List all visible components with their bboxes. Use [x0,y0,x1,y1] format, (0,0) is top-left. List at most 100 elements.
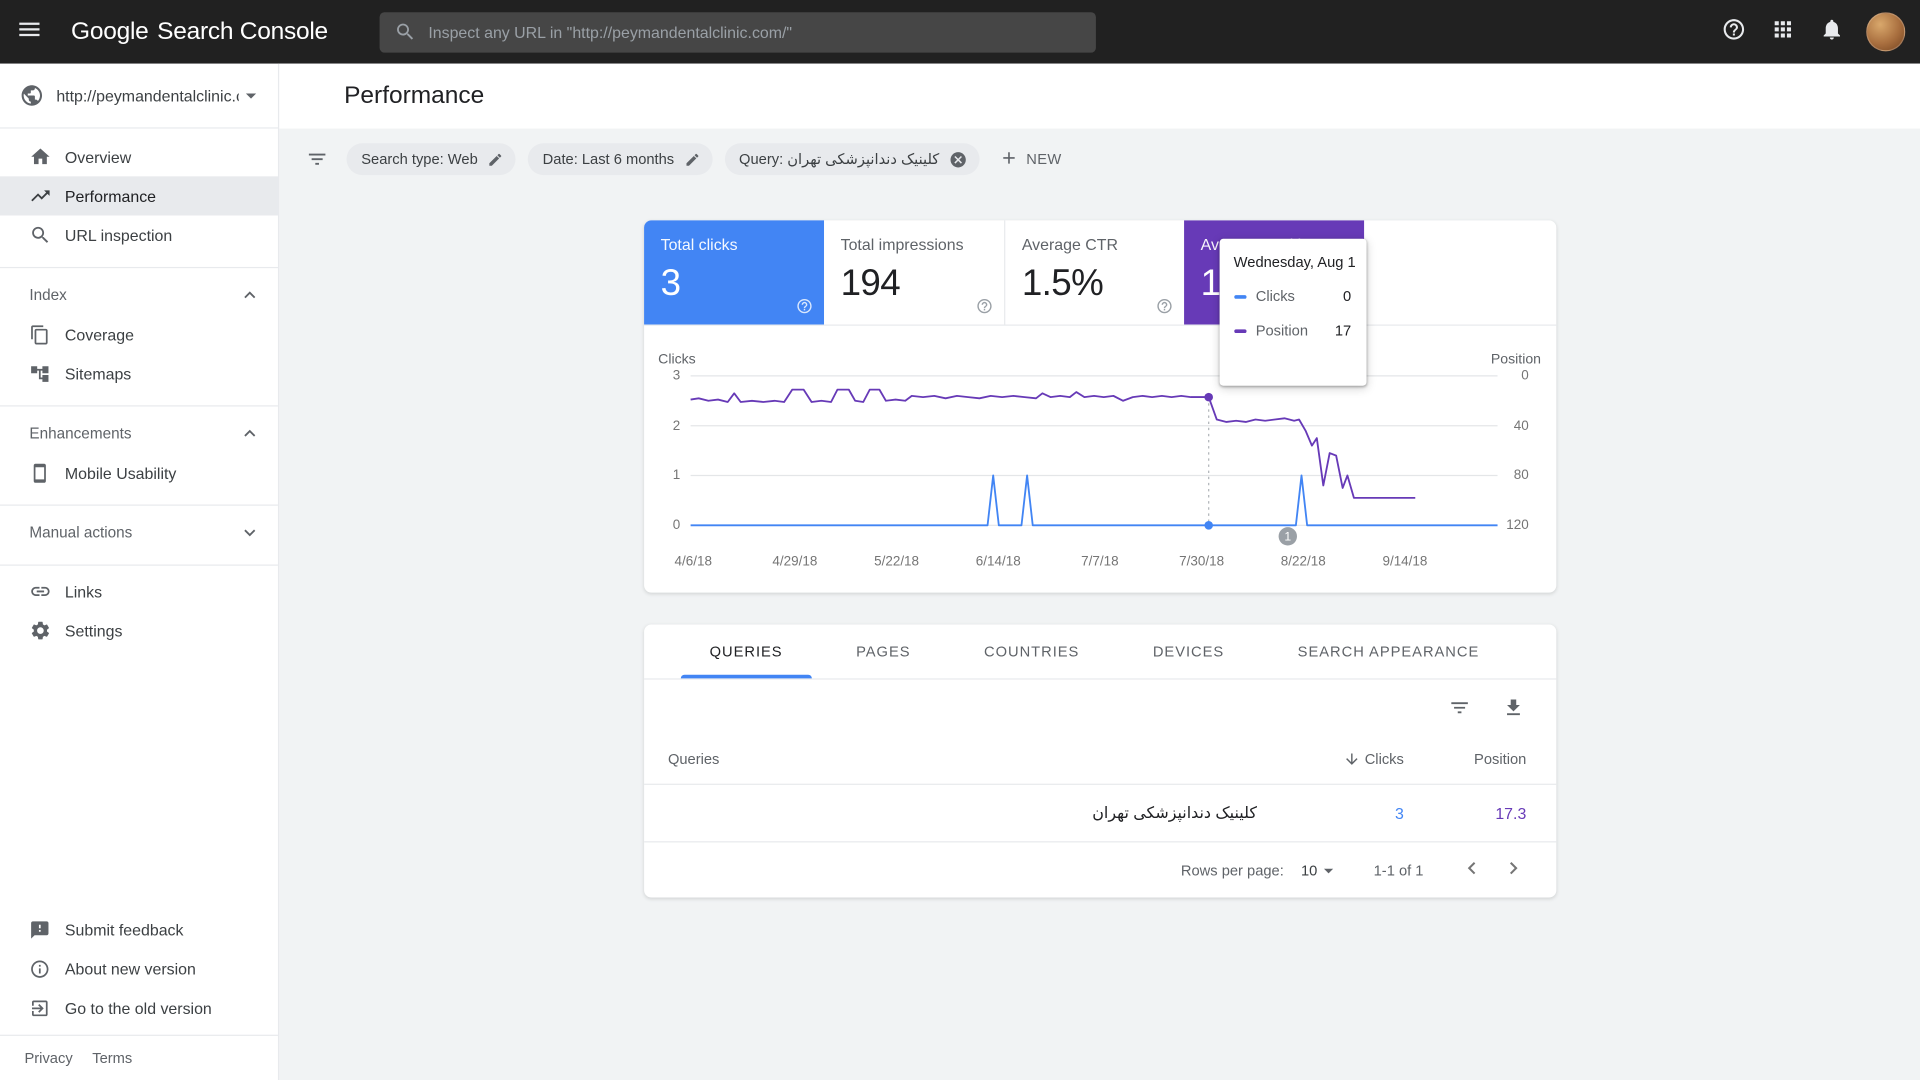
chart-axis-titles: Clicks Position [658,353,1541,368]
section-header-index[interactable]: Index [0,274,278,314]
sidebar-item-label: Links [65,582,102,600]
home-icon [29,146,51,168]
filter-bar: Search type: Web Date: Last 6 months Que… [279,143,1920,175]
sidebar-item-mobile-usability[interactable]: Mobile Usability [0,453,278,492]
sidebar-section-tools: Links Settings [0,564,278,650]
chart-x-labels: 4/6/184/29/185/22/186/14/187/7/187/30/18… [690,555,1497,571]
help-icon[interactable] [975,298,992,315]
info-icon [29,958,51,979]
sidebar-item-overview[interactable]: Overview [0,137,278,176]
menu-button[interactable] [0,0,59,64]
new-filter-button[interactable]: NEW [999,148,1061,171]
new-filter-label: NEW [1026,151,1061,168]
sidebar-item-coverage[interactable]: Coverage [0,315,278,354]
x-axis-tick: 7/7/18 [1081,555,1118,570]
tab-countries[interactable]: COUNTRIES [955,624,1109,678]
performance-icon [29,185,51,207]
metric-value: 3 [661,263,807,305]
edit-pencil-icon[interactable] [488,151,504,167]
filter-chip-date[interactable]: Date: Last 6 months [528,143,712,175]
filter-icon[interactable] [306,148,328,170]
tab-search-appearance[interactable]: SEARCH APPEARANCE [1268,624,1508,678]
chart-tooltip: Wednesday, Aug 1 Clicks 0 Position 17 [1219,239,1366,386]
sidebar-item-label: URL inspection [65,226,172,244]
column-header-queries[interactable]: Queries [668,751,1257,768]
property-url: http://peymandentalclinic.co... [56,86,238,104]
property-selector[interactable]: http://peymandentalclinic.co... [0,64,278,129]
download-icon[interactable] [1502,696,1524,718]
column-header-position[interactable]: Position [1404,751,1526,768]
sidebar-item-about-new-version[interactable]: About new version [0,949,278,988]
sidebar-item-sitemaps[interactable]: Sitemaps [0,354,278,393]
x-axis-tick: 9/14/18 [1382,555,1427,570]
svg-text:1: 1 [1284,530,1291,544]
url-inspection-searchbox[interactable] [379,12,1095,52]
sidebar-item-label: Overview [65,148,131,166]
left-axis-tick: 1 [673,468,681,483]
section-header-enhancements[interactable]: Enhancements [0,413,278,453]
search-icon [394,21,416,43]
bell-icon [1820,17,1844,48]
chart-plot[interactable]: 1 [690,376,1497,525]
query-cell[interactable]: کلینیک دندانپزشکی تهران [668,803,1257,823]
sidebar-item-url-inspection[interactable]: URL inspection [0,216,278,255]
table-filter-icon[interactable] [1448,696,1470,718]
tab-queries[interactable]: QUERIES [680,624,812,678]
metric-card-total-impressions[interactable]: Total impressions 194 [823,220,1003,324]
column-header-clicks[interactable]: Clicks [1257,751,1404,768]
tab-label: COUNTRIES [984,643,1079,660]
tab-pages[interactable]: PAGES [827,624,940,678]
help-icon[interactable] [1155,298,1172,315]
metric-card-total-clicks[interactable]: Total clicks 3 [643,220,823,324]
pagination-range: 1-1 of 1 [1374,861,1424,878]
performance-chart-svg[interactable]: 1 [690,376,1497,547]
links-icon [29,580,51,602]
sidebar-item-settings[interactable]: Settings [0,611,278,650]
tab-label: QUERIES [710,643,783,660]
filter-chip-query[interactable]: Query: کلینیک دندانپزشکی تهران [724,143,979,175]
notifications-button[interactable] [1807,7,1856,56]
help-icon[interactable] [795,298,812,315]
x-axis-tick: 4/6/18 [674,555,711,570]
privacy-link[interactable]: Privacy [24,1049,72,1066]
url-inspect-input[interactable] [428,23,1081,41]
tab-devices[interactable]: DEVICES [1123,624,1253,678]
left-axis-tick: 2 [673,418,681,433]
filter-chip-search-type[interactable]: Search type: Web [347,143,516,175]
sidebar-item-links[interactable]: Links [0,572,278,611]
section-header-manual-actions[interactable]: Manual actions [0,512,278,552]
next-page-button[interactable] [1492,849,1534,891]
table-toolbar [643,680,1555,735]
sidebar-item-submit-feedback[interactable]: Submit feedback [0,910,278,949]
x-axis-tick: 6/14/18 [976,555,1021,570]
topbar-actions [1709,7,1905,56]
topbar: Google Search Console [0,0,1920,64]
metric-card-average-ctr[interactable]: Average CTR 1.5% [1003,220,1183,324]
tab-label: DEVICES [1153,643,1224,660]
edit-pencil-icon[interactable] [684,151,700,167]
previous-page-button[interactable] [1450,849,1492,891]
tooltip-row-position: Position 17 [1234,322,1352,339]
help-button[interactable] [1709,7,1758,56]
rows-per-page-select[interactable]: 10 [1301,859,1339,881]
tooltip-label: Clicks [1256,288,1295,305]
x-axis-tick: 5/22/18 [874,555,919,570]
sidebar-item-old-version[interactable]: Go to the old version [0,988,278,1027]
avatar[interactable] [1866,12,1905,51]
sidebar-item-performance[interactable]: Performance [0,176,278,215]
google-apps-button[interactable] [1758,7,1807,56]
chip-label: Date: Last 6 months [543,151,674,168]
table-row[interactable]: کلینیک دندانپزشکی تهران 3 17.3 [643,784,1555,842]
position-series-swatch [1234,329,1246,333]
section-label: Enhancements [29,424,131,441]
performance-chart-panel: Total clicks 3 Total impressions 194 Ave… [643,220,1555,592]
sidebar-footer: Submit feedback About new version Go to … [0,910,278,1080]
app-logo[interactable]: Google Search Console [71,18,328,46]
sidebar-nav: Overview Performance URL inspection [0,129,278,255]
terms-link[interactable]: Terms [92,1049,132,1066]
hamburger-icon [16,15,43,48]
right-axis-tick: 40 [1514,418,1529,433]
remove-filter-icon[interactable] [949,150,967,168]
right-axis-tick: 80 [1514,468,1529,483]
sidebar-item-label: Go to the old version [65,999,212,1017]
